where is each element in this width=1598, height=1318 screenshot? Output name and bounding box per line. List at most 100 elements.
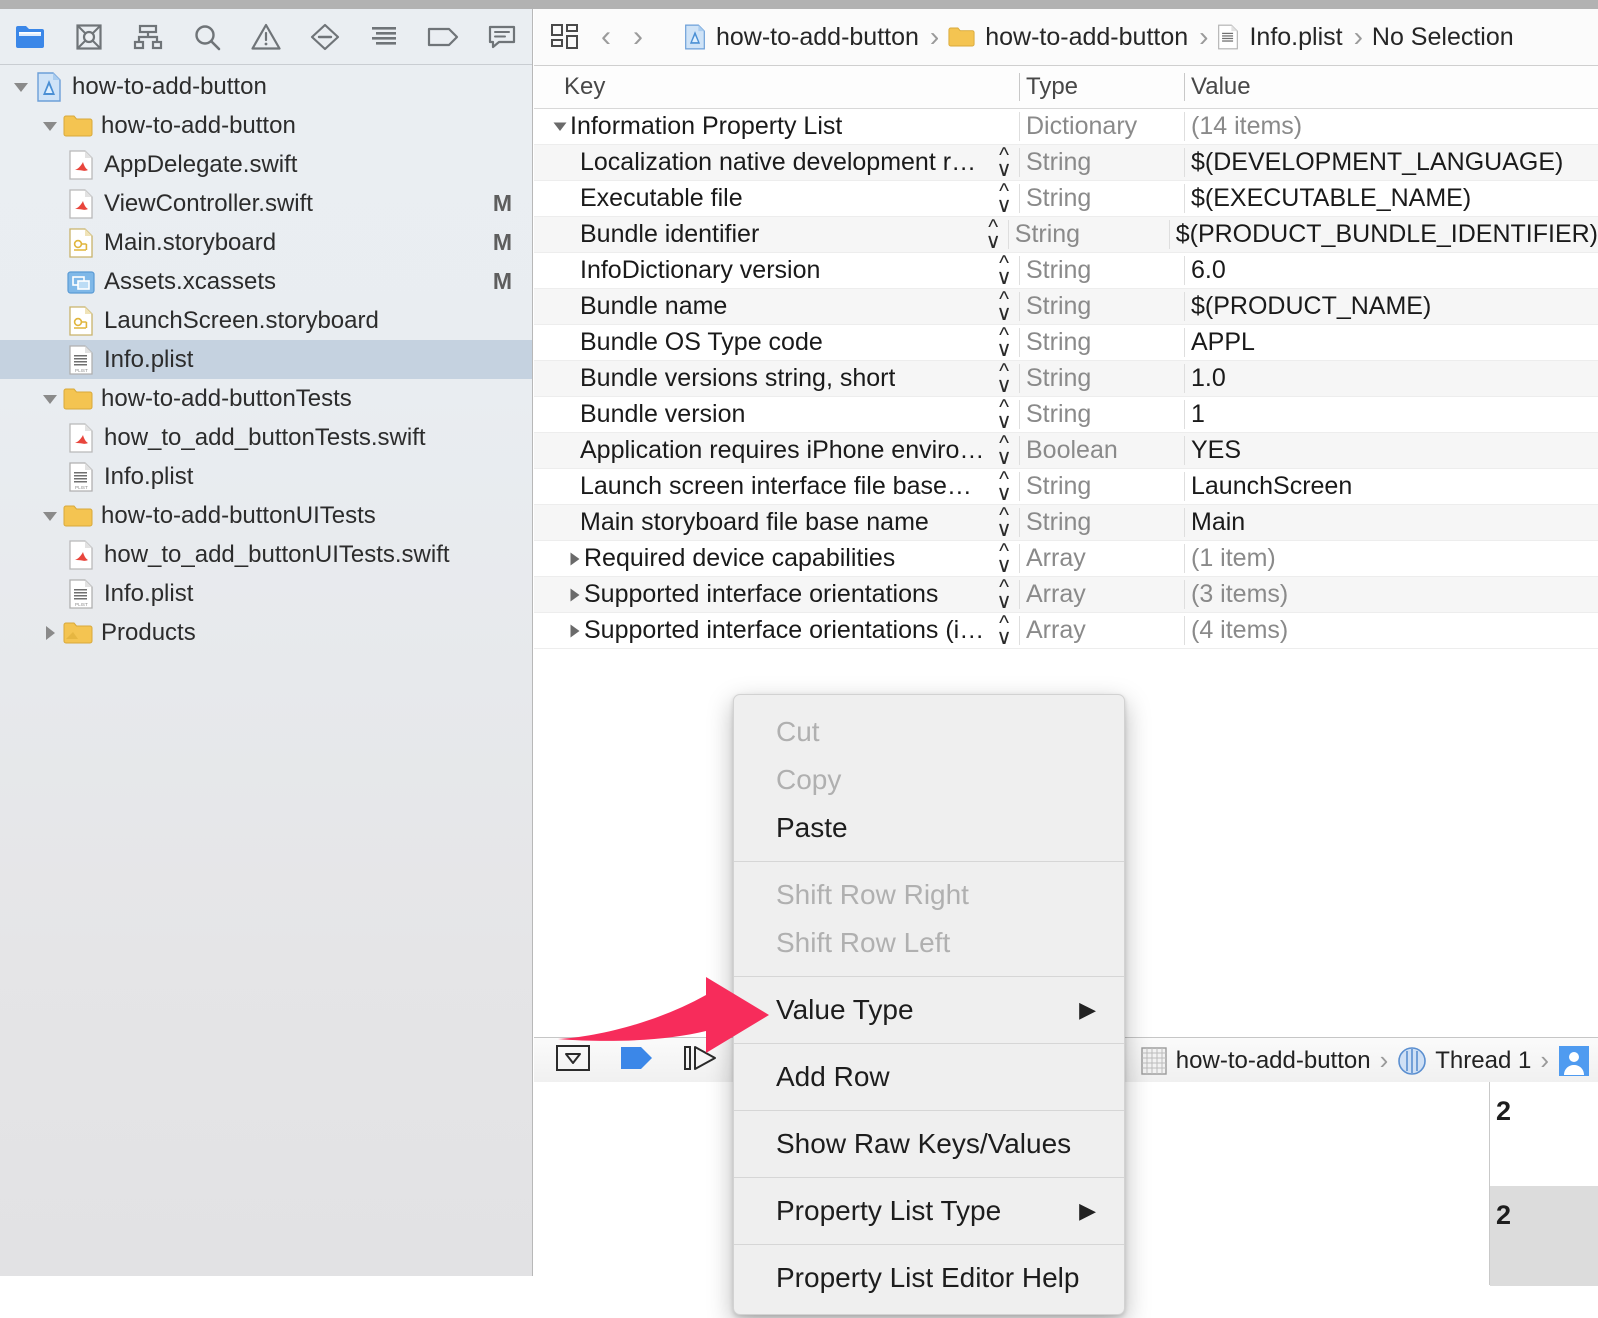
table-row[interactable]: Bundle version ^ ∨ String 1: [534, 397, 1598, 433]
disclosure-triangle-open-icon[interactable]: [37, 120, 63, 132]
report-navigator-icon[interactable]: [472, 14, 531, 60]
tree-item-group-tests[interactable]: how-to-add-buttonTests: [0, 379, 532, 418]
table-row[interactable]: InfoDictionary version ^ ∨ String 6.0: [534, 253, 1598, 289]
forward-button[interactable]: ›: [622, 20, 654, 54]
plist-value[interactable]: $(EXECUTABLE_NAME): [1184, 184, 1598, 213]
step-over-icon[interactable]: [684, 1045, 718, 1076]
tree-item-file-main-storyboard[interactable]: Main.storyboard M: [0, 223, 532, 262]
table-row[interactable]: Supported interface orientations ^ ∨ Arra…: [534, 577, 1598, 613]
plist-type[interactable]: String: [1019, 184, 1184, 213]
breadcrumb-selection[interactable]: No Selection: [1372, 9, 1516, 65]
disclosure-triangle-closed-icon[interactable]: [564, 552, 584, 566]
row-stepper[interactable]: ^ ∨: [989, 469, 1019, 503]
plist-value[interactable]: (4 items): [1184, 616, 1598, 645]
table-row[interactable]: Executable file ^ ∨ String $(EXECUTABLE_N…: [534, 181, 1598, 217]
plist-type[interactable]: String: [1019, 400, 1184, 429]
breakpoint-navigator-icon[interactable]: [413, 14, 472, 60]
navigator-file-tree[interactable]: how-to-add-button how-to-add-button AppD…: [0, 65, 532, 652]
row-stepper[interactable]: ^ ∨: [989, 577, 1019, 611]
tree-item-group[interactable]: how-to-add-button: [0, 106, 532, 145]
debug-navigator-icon[interactable]: [354, 14, 413, 60]
row-stepper[interactable]: ^ ∨: [989, 397, 1019, 431]
disclosure-triangle-open-icon[interactable]: [550, 121, 570, 132]
table-row[interactable]: Information Property List Dictionary (14…: [534, 109, 1598, 145]
debug-process-label[interactable]: how-to-add-button: [1176, 1047, 1371, 1075]
row-stepper[interactable]: ^ ∨: [989, 181, 1019, 215]
row-stepper[interactable]: ^ ∨: [989, 325, 1019, 359]
table-row[interactable]: Launch screen interface file base… ^ ∨ St…: [534, 469, 1598, 505]
plist-type[interactable]: Boolean: [1019, 436, 1184, 465]
plist-value[interactable]: (14 items): [1184, 112, 1598, 141]
plist-context-menu[interactable]: Cut Copy Paste Shift Row Right Shift Row…: [733, 694, 1125, 1315]
row-stepper[interactable]: ^ ∨: [989, 433, 1019, 467]
menu-item-property-list-editor-help[interactable]: Property List Editor Help: [734, 1254, 1124, 1302]
table-row[interactable]: Bundle OS Type code ^ ∨ String APPL: [534, 325, 1598, 361]
plist-value[interactable]: APPL: [1184, 328, 1598, 357]
plist-type[interactable]: Array: [1019, 616, 1184, 645]
tree-item-file-info-plist-selected[interactable]: PLIST Info.plist: [0, 340, 532, 379]
plist-type[interactable]: String: [1019, 364, 1184, 393]
plist-type[interactable]: Array: [1019, 580, 1184, 609]
menu-item-value-type[interactable]: Value Type ▶: [734, 986, 1124, 1034]
symbol-navigator-icon[interactable]: [118, 14, 177, 60]
tree-item-group-products[interactable]: Products: [0, 613, 532, 652]
table-row[interactable]: Supported interface orientations (i… ^ ∨ …: [534, 613, 1598, 649]
tree-item-file-uitests-swift[interactable]: how_to_add_buttonUITests.swift: [0, 535, 532, 574]
plist-value[interactable]: Main: [1184, 508, 1598, 537]
stack-frame-icon[interactable]: [1558, 1045, 1590, 1077]
issue-navigator-icon[interactable]: [236, 14, 295, 60]
disclosure-triangle-open-icon[interactable]: [37, 393, 63, 405]
plist-type[interactable]: String: [1019, 328, 1184, 357]
tree-item-file-viewcontroller[interactable]: ViewController.swift M: [0, 184, 532, 223]
row-stepper[interactable]: ^ ∨: [989, 253, 1019, 287]
tree-item-file-appdelegate[interactable]: AppDelegate.swift: [0, 145, 532, 184]
disclosure-triangle-closed-icon[interactable]: [37, 625, 63, 641]
table-row[interactable]: Bundle name ^ ∨ String $(PRODUCT_NAME): [534, 289, 1598, 325]
plist-type[interactable]: String: [1019, 508, 1184, 537]
tree-item-file-launchscreen[interactable]: LaunchScreen.storyboard: [0, 301, 532, 340]
table-row[interactable]: Bundle identifier ^ ∨ String $(PRODUCT_BU…: [534, 217, 1598, 253]
table-row[interactable]: Localization native development re… ^ ∨ S…: [534, 145, 1598, 181]
plist-type[interactable]: String: [1019, 148, 1184, 177]
plist-value[interactable]: $(DEVELOPMENT_LANGUAGE): [1184, 148, 1598, 177]
plist-value[interactable]: 1.0: [1184, 364, 1598, 393]
test-navigator-icon[interactable]: [295, 14, 354, 60]
source-control-navigator-icon[interactable]: [59, 14, 118, 60]
column-header-value[interactable]: Value: [1184, 73, 1598, 101]
table-row[interactable]: Bundle versions string, short ^ ∨ String …: [534, 361, 1598, 397]
debug-thread-label[interactable]: Thread 1: [1435, 1047, 1531, 1075]
row-stepper[interactable]: ^ ∨: [979, 217, 1008, 251]
plist-value[interactable]: (1 item): [1184, 544, 1598, 573]
tree-item-file-uitests-plist[interactable]: PLIST Info.plist: [0, 574, 532, 613]
disclosure-triangle-open-icon[interactable]: [8, 81, 34, 93]
plist-type[interactable]: String: [1019, 292, 1184, 321]
row-stepper[interactable]: ^ ∨: [989, 541, 1019, 575]
menu-item-show-raw-keys-values[interactable]: Show Raw Keys/Values: [734, 1120, 1124, 1168]
row-stepper[interactable]: ^ ∨: [989, 289, 1019, 323]
find-navigator-icon[interactable]: [177, 14, 236, 60]
plist-value[interactable]: 6.0: [1184, 256, 1598, 285]
console-view[interactable]: 2 2: [1490, 1082, 1598, 1286]
column-header-key[interactable]: Key: [534, 73, 989, 101]
plist-type[interactable]: String: [1007, 220, 1169, 249]
debug-area-toggle-icon[interactable]: [556, 1045, 590, 1076]
disclosure-triangle-open-icon[interactable]: [37, 510, 63, 522]
plist-type[interactable]: Array: [1019, 544, 1184, 573]
continue-execution-icon[interactable]: [620, 1045, 654, 1076]
row-stepper[interactable]: ^ ∨: [989, 613, 1019, 647]
menu-item-add-row[interactable]: Add Row: [734, 1053, 1124, 1101]
plist-value[interactable]: 1: [1184, 400, 1598, 429]
back-button[interactable]: ‹: [590, 20, 622, 54]
menu-item-property-list-type[interactable]: Property List Type ▶: [734, 1187, 1124, 1235]
table-row[interactable]: Application requires iPhone enviro… ^ ∨ B…: [534, 433, 1598, 469]
breadcrumb-file[interactable]: Info.plist: [1217, 9, 1344, 65]
row-stepper[interactable]: ^ ∨: [989, 145, 1019, 179]
menu-item-paste[interactable]: Paste: [734, 804, 1124, 852]
plist-type[interactable]: String: [1019, 472, 1184, 501]
breadcrumb-project[interactable]: how-to-add-button: [668, 9, 921, 65]
related-items-icon[interactable]: [550, 23, 580, 51]
disclosure-triangle-closed-icon[interactable]: [564, 588, 584, 602]
table-row[interactable]: Required device capabilities ^ ∨ Array (1…: [534, 541, 1598, 577]
plist-value[interactable]: (3 items): [1184, 580, 1598, 609]
tree-item-file-tests-plist[interactable]: PLIST Info.plist: [0, 457, 532, 496]
